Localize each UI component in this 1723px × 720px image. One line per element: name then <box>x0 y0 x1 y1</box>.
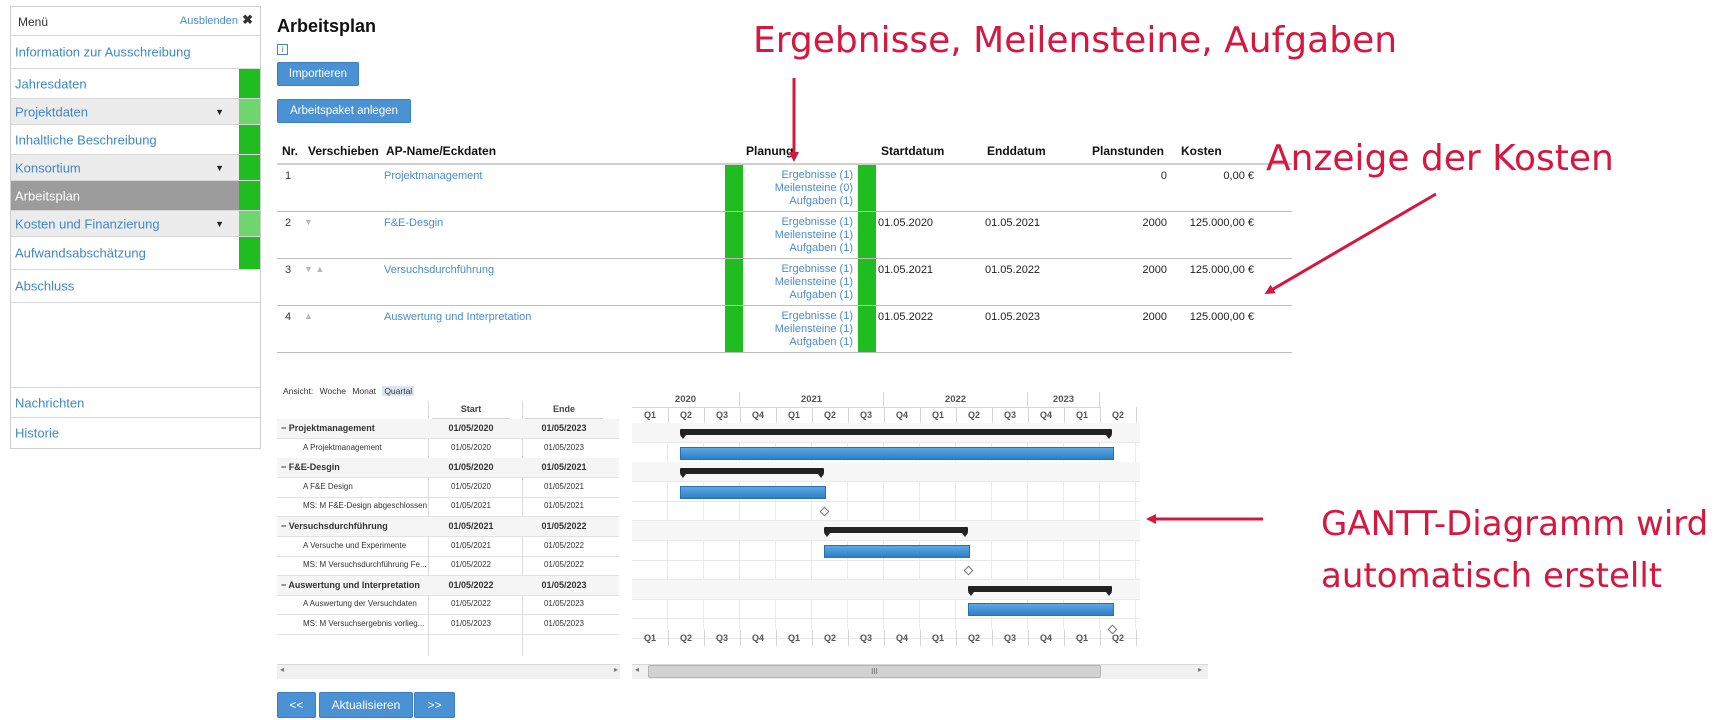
annotation-arrows <box>789 78 1437 524</box>
annotation-arrow-costs <box>1264 192 1437 295</box>
